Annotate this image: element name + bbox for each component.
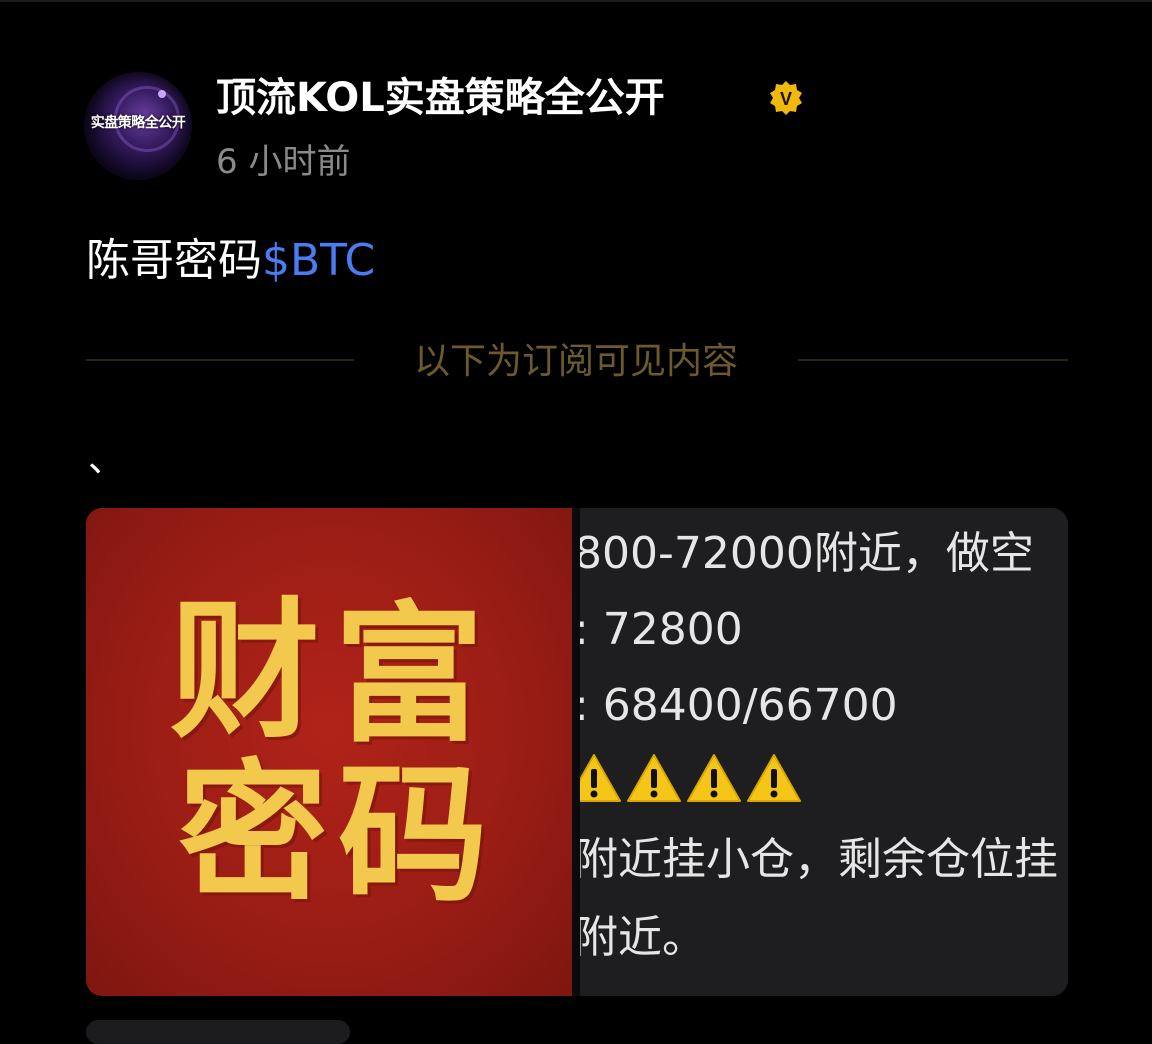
strategy-screenshot-image[interactable]: 800-72000附近，做空 : 72800 : 68400/66700 附近挂… (580, 508, 1068, 996)
warning-icon (747, 754, 801, 802)
post-body: 陈哥密码$BTC (86, 232, 375, 290)
subscription-divider-left (86, 359, 354, 361)
post-text: 陈哥密码 (86, 235, 262, 286)
image-gap (572, 508, 580, 996)
post-image-card[interactable]: 财 富 密 码 800-72000附近，做空 : 72800 : 68400/6… (86, 508, 1068, 996)
poster-char: 密 (178, 745, 329, 921)
top-divider (0, 0, 1152, 2)
screenshot-line: : 72800 (580, 604, 743, 655)
author-name[interactable]: 顶流KOL实盘策略全公开 (216, 72, 665, 124)
screenshot-line: 附近。 (580, 912, 706, 963)
subscription-divider-label: 以下为订阅可见内容 (413, 341, 738, 382)
poster-image[interactable]: 财 富 密 码 (86, 508, 572, 996)
ticker-link-btc[interactable]: $BTC (262, 235, 375, 286)
avatar-text: 实盘策略全公开 (90, 115, 186, 131)
warning-icon (580, 754, 621, 802)
verified-badge-icon: V (770, 81, 802, 115)
poster-char: 财 (170, 583, 321, 759)
subscription-divider-right (798, 359, 1068, 361)
bottom-action-chip[interactable] (86, 1020, 350, 1044)
screenshot-line: 附近挂小仓，剩余仓位挂 (580, 834, 1058, 885)
verified-badge-letter: V (780, 89, 792, 109)
poster-char: 码 (338, 747, 489, 923)
warning-icon (627, 754, 681, 802)
warning-icon (687, 754, 741, 802)
warning-icons-row (580, 752, 806, 812)
post-timestamp: 6 小时前 (216, 142, 351, 182)
screenshot-line: 800-72000附近，做空 (580, 528, 1034, 579)
stray-punctuation: 、 (88, 439, 125, 480)
avatar-dot-decoration (158, 90, 166, 98)
poster-char: 富 (334, 587, 485, 763)
author-avatar[interactable]: 实盘策略全公开 (84, 72, 192, 180)
screenshot-line: : 68400/66700 (580, 680, 898, 731)
